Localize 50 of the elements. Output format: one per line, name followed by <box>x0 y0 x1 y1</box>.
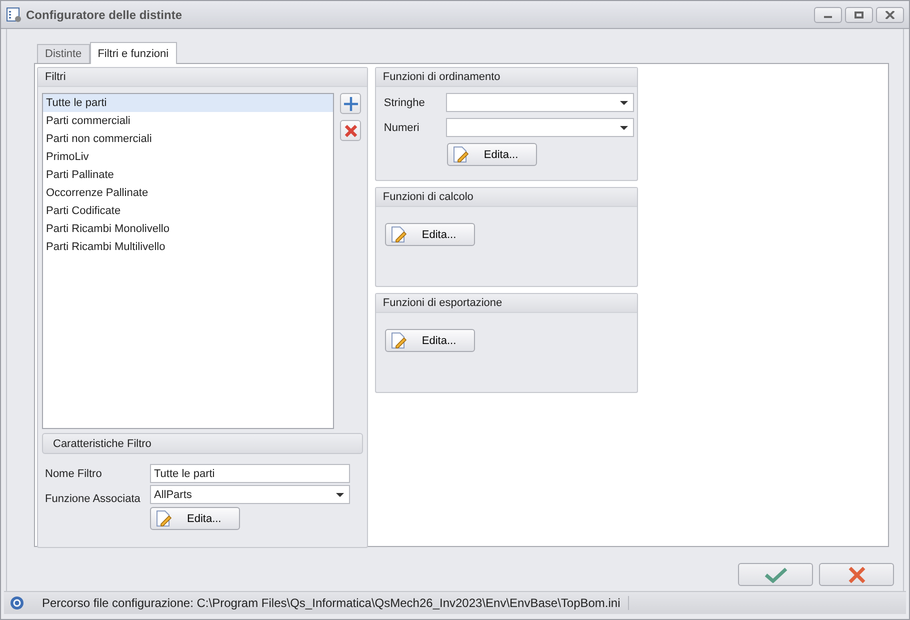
field-label: Funzione Associata <box>45 493 142 507</box>
maximize-button[interactable] <box>845 6 873 22</box>
plus-icon <box>342 96 358 112</box>
close-icon <box>885 10 895 18</box>
tab[interactable]: Filtri e funzioni <box>90 42 177 64</box>
caret-icon <box>620 101 628 105</box>
field-label: Numeri <box>384 122 420 134</box>
edit-button[interactable]: Edita... <box>150 507 240 530</box>
close-button[interactable] <box>876 6 904 22</box>
minimize-button[interactable] <box>814 6 842 22</box>
caret-icon <box>620 126 628 130</box>
cancel-button[interactable] <box>819 563 894 586</box>
panel-title: Funzioni di esportazione <box>382 297 502 309</box>
caret-icon <box>336 493 344 497</box>
filter-item[interactable]: Occorrenze Pallinate <box>43 184 333 202</box>
filter-item[interactable]: Tutte le parti <box>43 94 333 112</box>
filter-item[interactable]: Parti non commerciali <box>43 130 333 148</box>
panel-title: Filtri <box>45 71 66 83</box>
ok-button[interactable] <box>738 563 813 586</box>
pencil-page-icon <box>452 146 470 164</box>
delete-button[interactable] <box>340 120 361 141</box>
delete-icon <box>342 122 358 138</box>
maximize-icon <box>854 10 864 18</box>
input-field[interactable]: Tutte le parti <box>150 464 350 483</box>
edit-button[interactable]: Edita... <box>384 223 475 246</box>
cross-icon <box>848 566 866 582</box>
section-title: Caratteristiche Filtro <box>53 438 152 450</box>
check-icon <box>764 566 788 582</box>
panel-title: Funzioni di calcolo <box>382 191 474 203</box>
window-title: Configuratore delle distinte <box>26 8 182 22</box>
edit-button[interactable]: Edita... <box>446 143 537 166</box>
edit-button[interactable]: Edita... <box>384 329 475 352</box>
panel-title: Funzioni di ordinamento <box>382 71 500 83</box>
filter-item[interactable]: Parti Ricambi Multilivello <box>43 238 333 256</box>
pencil-page-icon <box>390 226 408 244</box>
filter-item[interactable]: PrimoLiv <box>43 148 333 166</box>
pencil-page-icon <box>390 332 408 350</box>
filter-item[interactable]: Parti commerciali <box>43 112 333 130</box>
filter-item[interactable]: Parti Codificate <box>43 202 333 220</box>
field-label: Nome Filtro <box>45 468 103 480</box>
filter-item[interactable]: Parti Ricambi Monolivello <box>43 220 333 238</box>
help-icon <box>10 596 24 610</box>
dropdown[interactable]: AllParts <box>150 485 350 504</box>
field-label: Stringhe <box>384 96 426 108</box>
filter-item[interactable]: Parti Pallinate <box>43 166 333 184</box>
pencil-page-icon <box>155 510 173 528</box>
app-icon <box>6 6 22 22</box>
add-button[interactable] <box>340 93 361 114</box>
status-text: Percorso file configurazione: C:\Program Files\Qs_Informatica\QsMech26_Inv2023\Env\EnvBase\TopBom.ini <box>42 596 630 610</box>
tab[interactable]: Distinte <box>37 44 90 63</box>
